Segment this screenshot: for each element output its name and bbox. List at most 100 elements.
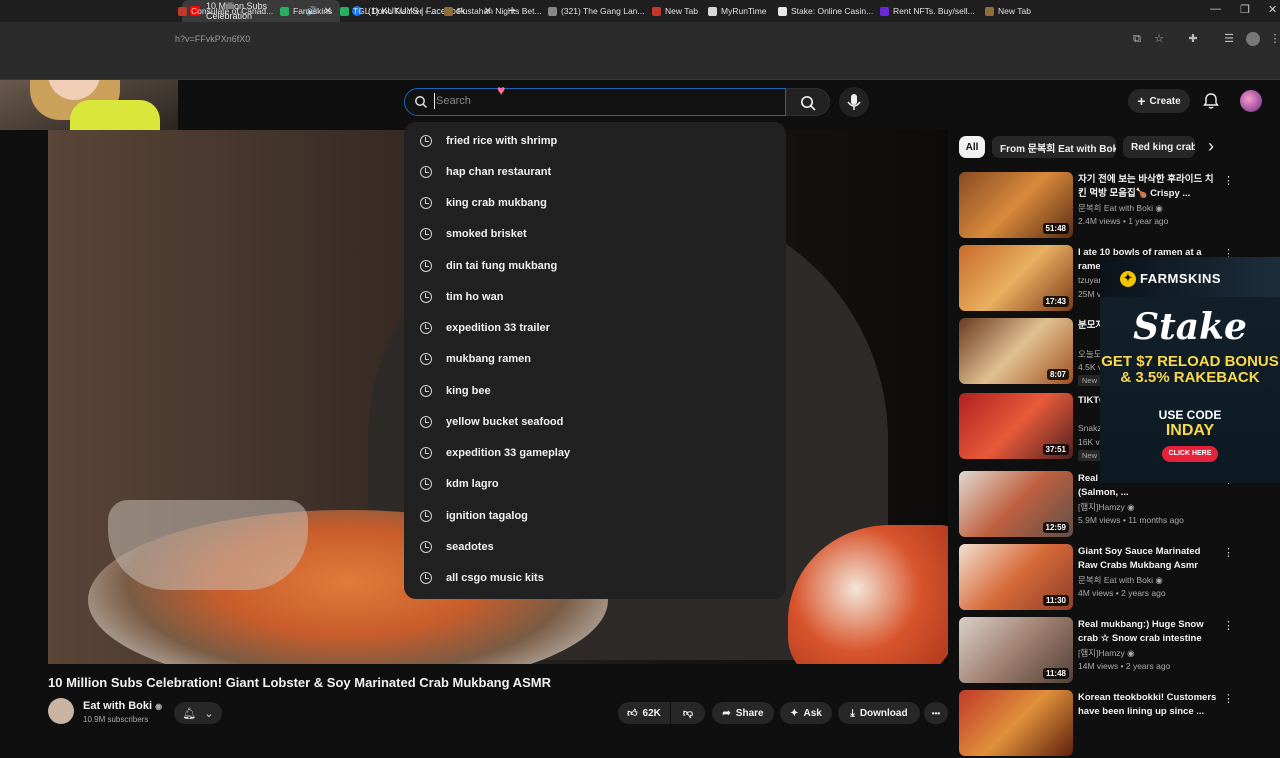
search-suggestion[interactable]: ignition tagalog bbox=[404, 500, 786, 531]
search-suggestion[interactable]: king crab mukbang bbox=[404, 188, 786, 219]
bookmark-item[interactable]: New Tab bbox=[652, 4, 698, 18]
chevron-down-icon: ⌄ bbox=[204, 707, 214, 720]
newtab-icon bbox=[985, 6, 994, 16]
history-icon bbox=[420, 353, 432, 366]
more-options-icon[interactable]: ⋮ bbox=[1223, 174, 1234, 187]
chip-from-channel[interactable]: From 문복희 Eat with Boki bbox=[992, 136, 1116, 158]
history-icon bbox=[420, 228, 432, 241]
search-suggestion[interactable]: hap chan restaurant bbox=[404, 156, 786, 187]
history-icon bbox=[420, 290, 432, 303]
search-suggestion[interactable]: yellow bucket seafood bbox=[404, 406, 786, 437]
video-thumbnail[interactable]: 37:51 bbox=[959, 393, 1073, 459]
video-thumbnail[interactable]: 11:48 bbox=[959, 617, 1073, 683]
video-thumbnail[interactable]: 12:59 bbox=[959, 471, 1073, 537]
more-options-icon[interactable]: ⋮ bbox=[1223, 619, 1234, 632]
search-suggestion[interactable]: kdm lagro bbox=[404, 469, 786, 500]
bookmark-item[interactable]: Rent NFTs. Buy/sell... bbox=[880, 4, 975, 18]
dislike-button[interactable]: 👎︎ bbox=[671, 702, 705, 724]
ad-click-here-button[interactable]: CLICK HERE bbox=[1162, 446, 1218, 462]
video-title[interactable]: Giant Soy Sauce Marinated Raw Crabs Mukb… bbox=[1078, 545, 1220, 573]
search-suggestion[interactable]: tim ho wan bbox=[404, 281, 786, 312]
ad-offer-text: GET $7 RELOAD BONUS & 3.5% RAKEBACK bbox=[1101, 353, 1279, 386]
create-label: Create bbox=[1149, 95, 1181, 107]
bookmark-item[interactable]: TGL Dono Tracker -... bbox=[340, 4, 435, 18]
more-actions-button[interactable]: ••• bbox=[924, 702, 948, 724]
video-thumbnail[interactable]: 11:30 bbox=[959, 544, 1073, 610]
bookmark-label: New Tab bbox=[665, 6, 698, 16]
history-icon bbox=[420, 478, 432, 491]
channel-avatar[interactable] bbox=[48, 698, 74, 724]
stake-logo: Stake bbox=[1133, 306, 1247, 348]
recommendation-card[interactable]: Korean tteokbokki! Customers have been l… bbox=[959, 690, 1249, 758]
newtab-icon bbox=[652, 6, 661, 16]
extensions-icon[interactable]: ✚ bbox=[1186, 32, 1200, 46]
maximize-icon[interactable]: ❐ bbox=[1240, 3, 1250, 16]
search-suggestion[interactable]: smoked brisket bbox=[404, 219, 786, 250]
history-icon bbox=[420, 259, 432, 272]
ask-button[interactable]: ✦ Ask bbox=[780, 702, 832, 724]
video-title[interactable]: 자기 전에 보는 바삭한 후라이드 치킨 먹방 모음집🍗 Crispy ... bbox=[1078, 173, 1220, 201]
search-icon bbox=[800, 95, 816, 111]
suggestion-text: kdm lagro bbox=[446, 478, 499, 491]
bookmark-label: Consulate of Canad... bbox=[191, 6, 274, 16]
video-thumbnail[interactable]: 51:48 bbox=[959, 172, 1073, 238]
bell-icon: 🔔︎ bbox=[182, 707, 197, 720]
chevron-right-icon[interactable]: › bbox=[1208, 136, 1214, 157]
bookmark-item[interactable]: Consulate of Canad... bbox=[178, 4, 273, 18]
video-title[interactable]: Korean tteokbokki! Customers have been l… bbox=[1078, 691, 1220, 719]
search-suggestion[interactable]: king bee bbox=[404, 375, 786, 406]
like-button[interactable]: 👍︎ 62K bbox=[618, 702, 670, 724]
search-button[interactable] bbox=[786, 88, 830, 116]
search-suggestion[interactable]: mukbang ramen bbox=[404, 344, 786, 375]
account-avatar[interactable] bbox=[1240, 90, 1262, 112]
bookmark-item[interactable]: MyRunTime bbox=[708, 4, 767, 18]
close-window-icon[interactable]: ✕ bbox=[1268, 3, 1277, 16]
download-button[interactable]: ⤓ Download bbox=[838, 702, 920, 724]
video-thumbnail[interactable] bbox=[959, 690, 1073, 756]
farmskins-icon bbox=[280, 6, 289, 16]
bookmark-item[interactable]: (321) The Gang Lan... bbox=[548, 4, 644, 18]
search-suggestion[interactable]: all csgo music kits bbox=[404, 563, 786, 594]
bookmark-item[interactable]: Stake: Online Casin... bbox=[778, 4, 873, 18]
url-field[interactable]: h?v=FFvkPXn6fX0 bbox=[175, 34, 250, 44]
menu-icon[interactable]: ⋮ bbox=[1268, 32, 1280, 46]
chip-red-king-crabs[interactable]: Red king crabs bbox=[1123, 136, 1195, 158]
flag-icon bbox=[178, 6, 187, 16]
share-button[interactable]: ➦ Share bbox=[712, 702, 774, 724]
profile-icon[interactable] bbox=[1246, 32, 1260, 46]
bookmark-item[interactable]: New Tab bbox=[985, 4, 1031, 18]
search-suggestion[interactable]: expedition 33 trailer bbox=[404, 313, 786, 344]
channel-name-text: Eat with Boki bbox=[83, 700, 153, 712]
bookmark-label: MyRunTime bbox=[721, 6, 767, 16]
video-duration: 8:07 bbox=[1046, 369, 1069, 380]
stake-icon bbox=[778, 6, 787, 16]
channel-name[interactable]: Eat with Boki ◉ bbox=[83, 700, 162, 712]
minimize-icon[interactable]: — bbox=[1210, 3, 1221, 15]
chip-all[interactable]: All bbox=[959, 136, 985, 158]
more-options-icon[interactable]: ⋮ bbox=[1223, 692, 1234, 705]
recommendation-card[interactable]: 11:30 Giant Soy Sauce Marinated Raw Crabs… bbox=[959, 544, 1249, 612]
history-icon bbox=[420, 540, 432, 553]
subscription-bell-button[interactable]: 🔔︎ ⌄ bbox=[174, 702, 222, 724]
recommendation-card[interactable]: 51:48 자기 전에 보는 바삭한 후라이드 치킨 먹방 모음집🍗 Crispy… bbox=[959, 172, 1249, 240]
reading-list-icon[interactable]: ☰ bbox=[1222, 32, 1236, 46]
video-thumbnail[interactable]: 17:43 bbox=[959, 245, 1073, 311]
search-suggestion[interactable]: fried rice with shrimp bbox=[404, 125, 786, 156]
search-suggestion[interactable]: din tai fung mukbang bbox=[404, 250, 786, 281]
bookmark-item[interactable]: Pustahan Nights Bet... bbox=[444, 4, 542, 18]
notifications-bell-icon[interactable] bbox=[1202, 92, 1220, 115]
bookmark-item[interactable]: Farmskins bbox=[280, 4, 332, 18]
video-title[interactable]: Real mukbang:) Huge Snow crab ☆ Snow cra… bbox=[1078, 618, 1220, 646]
create-button[interactable]: + Create bbox=[1128, 89, 1190, 113]
voice-search-button[interactable] bbox=[839, 87, 869, 117]
suggestion-text: seadotes bbox=[446, 540, 494, 553]
cast-icon[interactable]: ⧉ bbox=[1130, 32, 1144, 46]
search-suggestion[interactable]: expedition 33 gameplay bbox=[404, 438, 786, 469]
more-options-icon[interactable]: ⋮ bbox=[1223, 546, 1234, 559]
bookmark-star-icon[interactable]: ☆ bbox=[1152, 32, 1166, 46]
chip-label: All bbox=[965, 141, 979, 153]
video-thumbnail[interactable]: 8:07 bbox=[959, 318, 1073, 384]
search-suggestion[interactable]: seadotes bbox=[404, 531, 786, 562]
recommendation-card[interactable]: 11:48 Real mukbang:) Huge Snow crab ☆ Sno… bbox=[959, 617, 1249, 685]
microphone-icon bbox=[847, 94, 861, 110]
